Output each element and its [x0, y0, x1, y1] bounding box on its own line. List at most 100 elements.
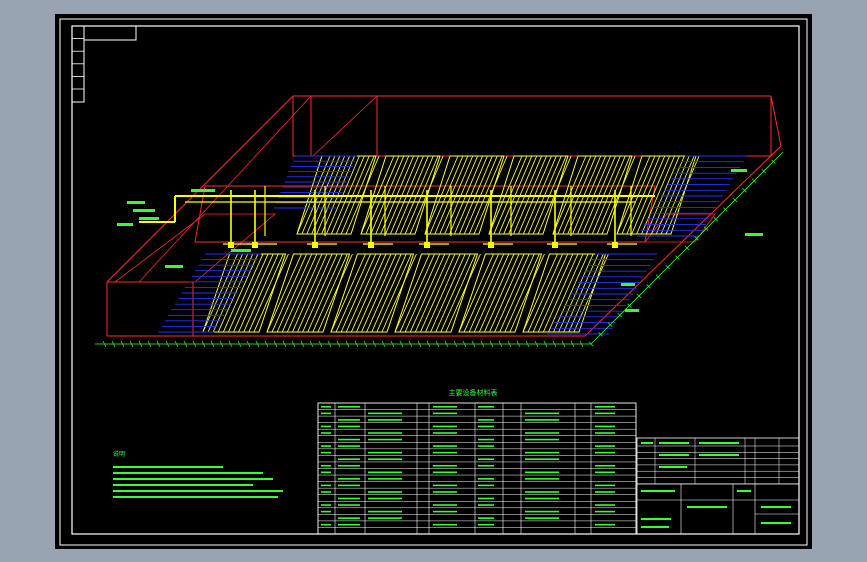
table-cell-text	[478, 458, 494, 460]
cad-viewport[interactable]: 说明 主要设备材料表	[55, 14, 812, 549]
table-cell-text	[478, 464, 494, 467]
leader-label-4	[117, 223, 133, 226]
table-cell-text	[321, 523, 331, 526]
valve-2	[252, 242, 258, 248]
valve-4	[368, 242, 374, 248]
table-cell-text	[433, 491, 457, 493]
table-cell-text	[595, 491, 615, 493]
table-cell-text	[433, 451, 457, 454]
tank-partition-diag	[312, 95, 378, 157]
table-cell-text	[338, 425, 360, 428]
hatch-line	[473, 253, 510, 333]
hatch-line	[302, 253, 338, 333]
hatch-line	[371, 253, 407, 333]
isometric-drawing: 说明 主要设备材料表	[59, 18, 808, 546]
notes-line-4	[113, 484, 253, 486]
hatch-line	[468, 253, 505, 333]
leader-label-1	[127, 201, 145, 204]
valve-5	[424, 242, 430, 248]
leader-label-3	[139, 217, 159, 220]
valve-1	[228, 242, 234, 248]
table-cell-text	[478, 523, 494, 526]
table-cell-text	[433, 432, 457, 434]
table-cell-text	[433, 445, 457, 447]
table-cell-text	[368, 458, 402, 460]
hatch-line	[499, 253, 535, 333]
front-grid-panel-2	[266, 253, 353, 333]
table-cell-text	[368, 510, 402, 513]
title-block-text	[761, 522, 791, 524]
table-cell-text	[321, 445, 331, 447]
title-block-text	[659, 442, 689, 444]
table-cell-text	[525, 458, 559, 460]
table-cell-text	[478, 504, 494, 506]
baffle-right-wall	[644, 213, 716, 243]
hatch-line	[248, 253, 284, 333]
leader-label-7	[231, 249, 251, 252]
title-block-text	[687, 506, 727, 508]
hatch-line	[414, 253, 451, 333]
table-cell-text	[338, 464, 360, 467]
table-cell-text	[595, 406, 615, 408]
table-cell-text	[525, 432, 559, 434]
hatch-line	[484, 253, 520, 333]
title-block-text	[641, 526, 669, 528]
valve-6	[488, 242, 494, 248]
hatch-line	[286, 253, 323, 333]
hatch-line	[558, 253, 594, 333]
table-cell-text	[321, 504, 331, 506]
table-cell-text	[433, 464, 457, 467]
table-cell-text	[525, 471, 559, 474]
table-cell-text	[595, 451, 615, 454]
front-grid-panel-4	[394, 253, 481, 333]
notes-line-2	[113, 472, 263, 474]
table-cell-text	[525, 497, 559, 500]
tank-right-back-edge	[770, 95, 782, 147]
leader-label-11	[625, 309, 639, 312]
hatch-line	[312, 253, 348, 333]
table-cell-text	[338, 458, 360, 460]
table-cell-text	[478, 497, 494, 500]
hatch-line	[440, 253, 476, 333]
aeration-grid-hatching	[158, 155, 747, 335]
table-cell-text	[478, 517, 494, 519]
equipment-table-title: 主要设备材料表	[449, 388, 498, 397]
hatch-line	[243, 253, 279, 333]
table-cell-text	[338, 517, 360, 519]
front-grid-panel-3	[330, 253, 417, 333]
notes-line-1	[113, 466, 223, 468]
title-block	[636, 437, 800, 535]
table-cell-text	[433, 471, 457, 474]
table-cell-text	[595, 464, 615, 467]
title-block-text	[641, 518, 671, 520]
table-cell-text	[321, 406, 331, 408]
valve-8	[612, 242, 618, 248]
hatch-line	[345, 253, 382, 333]
table-cell-text	[321, 471, 331, 474]
table-cell-text	[595, 425, 615, 428]
table-cell-text	[525, 438, 559, 441]
equipment-table: 主要设备材料表	[317, 388, 637, 535]
hatch-line	[292, 253, 328, 333]
table-cell-text	[321, 484, 331, 487]
table-cell-text	[478, 484, 494, 487]
valve-3	[312, 242, 318, 248]
table-cell-text	[478, 438, 494, 441]
title-block-text	[659, 454, 689, 456]
table-cell-text	[338, 406, 360, 408]
table-cell-text	[368, 412, 402, 415]
table-cell-text	[595, 432, 615, 434]
tank-outline	[106, 95, 782, 337]
hatch-line	[366, 253, 402, 333]
table-cell-text	[433, 510, 457, 513]
leader-label-2	[133, 209, 155, 212]
table-cell-text	[525, 510, 559, 513]
hatch-line	[281, 253, 318, 333]
table-cell-text	[525, 491, 559, 493]
hatch-line	[494, 253, 530, 333]
table-cell-text	[433, 425, 457, 428]
table-cell-text	[368, 432, 402, 434]
table-cell-text	[478, 425, 494, 428]
title-block-text	[761, 506, 791, 508]
hatch-line	[376, 253, 412, 333]
